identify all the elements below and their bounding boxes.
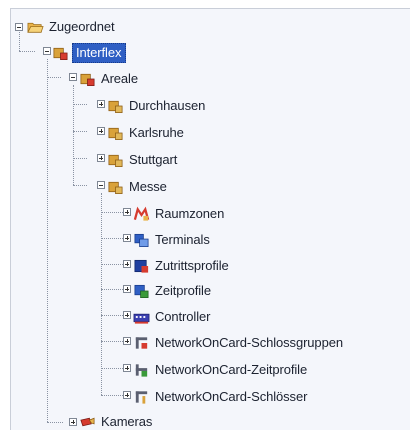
tree-node-karlsruhe[interactable]: Karlsruhe [107, 122, 184, 144]
tree-node-label: Kameras [101, 414, 153, 429]
access-profile-icon [134, 259, 149, 273]
tree-node-interflex[interactable]: Interflex [52, 42, 127, 64]
expand-toggle[interactable] [97, 154, 105, 162]
tree-guide-line [73, 131, 87, 132]
tree-node-label: Controller [155, 309, 211, 324]
tree-node-label: Areale [101, 71, 138, 86]
tree-node-label: Raumzonen [155, 206, 225, 221]
expand-toggle[interactable] [97, 127, 105, 135]
expand-toggle[interactable] [123, 337, 131, 345]
tree-node-label: Messe [129, 179, 167, 194]
collapse-toggle[interactable] [97, 181, 105, 189]
camera-icon [80, 417, 95, 427]
collapse-toggle[interactable] [69, 73, 77, 81]
tree-node-noc-schloesser[interactable]: NetworkOnCard-Schlösser [133, 386, 307, 408]
expand-toggle[interactable] [123, 260, 131, 268]
tree-node-label: NetworkOnCard-Schlossgruppen [155, 335, 343, 350]
tree-node-label: Zeitprofile [155, 283, 211, 298]
tree-guide-line [73, 85, 74, 185]
tree-node-controller[interactable]: Controller [133, 306, 210, 328]
tree-node-label: Durchhausen [129, 98, 206, 113]
tree-node-label: NetworkOnCard-Schlösser [155, 389, 308, 404]
tree-node-terminals[interactable]: Terminals [133, 229, 210, 251]
area-icon [108, 100, 123, 113]
network-on-card-icon [135, 391, 148, 404]
area-icon [108, 127, 123, 140]
tree-node-noc-zeitprofile[interactable]: NetworkOnCard-Zeitprofile [133, 359, 307, 381]
tree-guide-line [101, 193, 102, 395]
tree-guide-line [47, 77, 61, 78]
tree-node-zutrittsprofile[interactable]: Zutrittsprofile [133, 255, 229, 277]
tree-view: Zugeordnet Interflex Areale Durchhausen … [11, 9, 410, 430]
tree-guide-line [73, 104, 87, 105]
tree-node-messe[interactable]: Messe [107, 176, 167, 198]
tree-node-raumzonen[interactable]: Raumzonen [133, 203, 224, 225]
network-on-card-icon [135, 364, 148, 377]
expand-toggle[interactable] [123, 391, 131, 399]
tree-node-zeitprofile[interactable]: Zeitprofile [133, 280, 211, 302]
tree-guide-line [47, 422, 63, 423]
area-icon [108, 181, 123, 194]
expand-toggle[interactable] [69, 418, 77, 426]
tree-node-label: Stuttgart [129, 152, 178, 167]
open-folder-icon [27, 22, 44, 33]
tree-node-label: Terminals [155, 232, 210, 247]
expand-toggle[interactable] [123, 285, 131, 293]
window: Zugeordnet Interflex Areale Durchhausen … [0, 0, 411, 430]
tree-node-label: Zugeordnet [49, 19, 115, 34]
expand-toggle[interactable] [123, 311, 131, 319]
expand-toggle[interactable] [97, 100, 105, 108]
tree-node-label: Karlsruhe [129, 125, 184, 140]
tree-node-noc-schlossgruppen[interactable]: NetworkOnCard-Schlossgruppen [133, 332, 343, 354]
tree-node-stuttgart[interactable]: Stuttgart [107, 149, 177, 171]
time-profile-icon [134, 284, 149, 298]
collapse-toggle[interactable] [43, 47, 51, 55]
tree-guide-line [19, 51, 35, 52]
collapse-toggle[interactable] [15, 23, 23, 31]
area-icon [108, 154, 123, 167]
controller-icon [133, 313, 150, 324]
tree-node-durchhausen[interactable]: Durchhausen [107, 95, 205, 117]
terminal-icon [134, 233, 149, 247]
tree-panel: Zugeordnet Interflex Areale Durchhausen … [10, 8, 410, 430]
expand-toggle[interactable] [123, 234, 131, 242]
tree-node-label-selected: Interflex [72, 43, 127, 63]
tree-guide-line [73, 158, 87, 159]
area-icon [80, 73, 95, 86]
expand-toggle[interactable] [123, 364, 131, 372]
tree-node-areale[interactable]: Areale [79, 68, 138, 90]
tree-guide-line [73, 185, 87, 186]
expand-toggle[interactable] [123, 208, 131, 216]
tree-guide-line [47, 59, 48, 422]
network-on-card-icon [135, 337, 148, 349]
tree-node-kameras[interactable]: Kameras [79, 411, 152, 433]
tree-node-zugeordnet[interactable]: Zugeordnet [27, 16, 115, 38]
tree-node-label: NetworkOnCard-Zeitprofile [155, 362, 308, 377]
tree-node-label: Zutrittsprofile [155, 258, 229, 273]
room-zone-icon [133, 206, 150, 221]
site-icon [53, 47, 68, 60]
